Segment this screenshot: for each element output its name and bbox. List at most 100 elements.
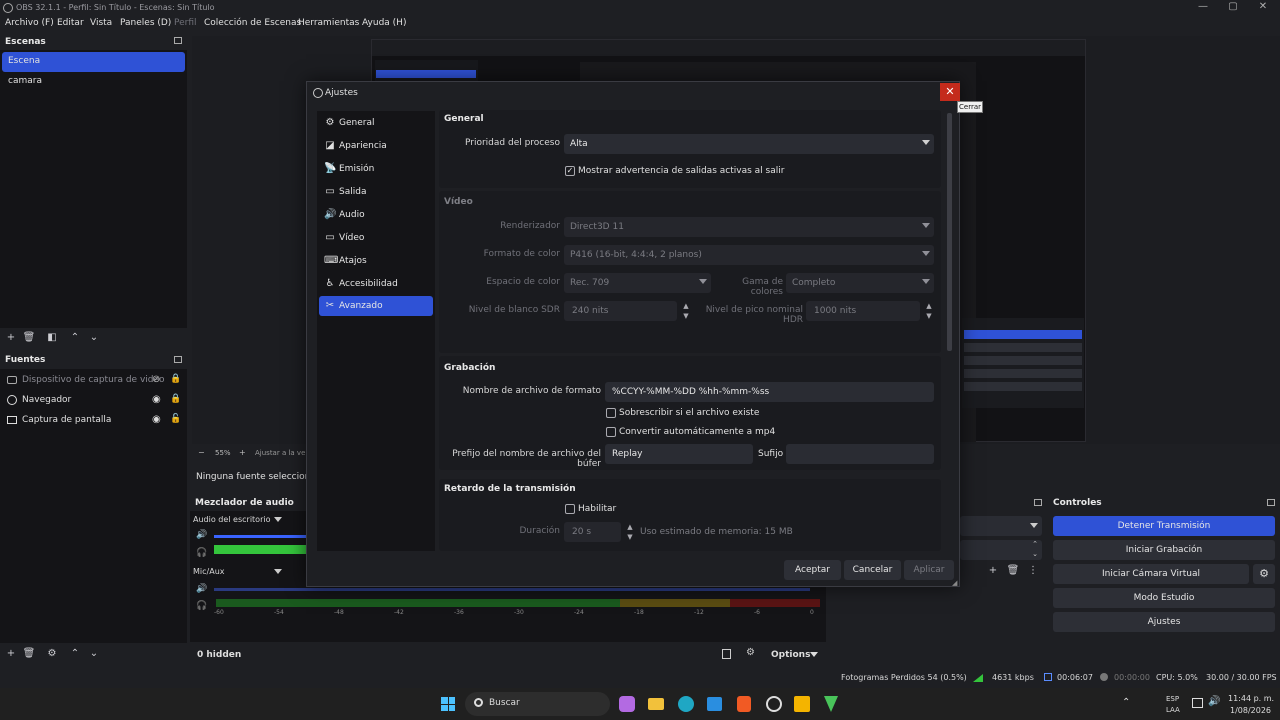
maximize-icon[interactable]: ▢ [1218, 1, 1248, 15]
eye-icon[interactable]: ◉ [152, 414, 161, 425]
spin-up-icon[interactable]: ▲ [924, 301, 934, 311]
renderer-select[interactable]: Direct3D 11 [564, 217, 934, 237]
add-icon[interactable]: + [4, 647, 18, 661]
start-virtual-camera-button[interactable]: Iniciar Cámara Virtual [1053, 564, 1249, 584]
clock-date[interactable]: 1/08/2026 [1230, 706, 1271, 715]
source-row[interactable]: Captura de pantalla ◉ 🔓 [4, 412, 182, 430]
dock-float-icon[interactable] [174, 37, 182, 44]
overwrite-checkbox[interactable] [606, 408, 616, 418]
menu-paneles[interactable]: Paneles (D) [120, 18, 171, 28]
lang-1[interactable]: ESP [1166, 695, 1179, 703]
sdr-spin[interactable]: 240 nits ▲ ▼ [564, 301, 691, 321]
taskbar-search[interactable]: Buscar [465, 692, 610, 716]
unlock-icon[interactable]: 🔓 [170, 414, 181, 424]
nav-salida[interactable]: ▭ Salida [319, 182, 433, 202]
menu-ayuda[interactable]: Ayuda (H) [362, 18, 406, 28]
menu-herramientas[interactable]: Herramientas [298, 18, 359, 28]
nav-video[interactable]: ▭ Vídeo [319, 228, 433, 248]
trash-icon[interactable]: 🗑 [22, 331, 36, 345]
color-space-select[interactable]: Rec. 709 [564, 273, 711, 293]
trash-icon[interactable]: 🗑 [1006, 564, 1020, 578]
window-close-icon[interactable]: ✕ [1248, 1, 1278, 15]
nav-avanzado[interactable]: ✂ Avanzado [319, 296, 433, 316]
start-recording-button[interactable]: Iniciar Grabación [1053, 540, 1275, 560]
resize-grip-icon[interactable]: ◢ [952, 579, 957, 587]
options-button[interactable]: Options [771, 650, 810, 660]
dock-float-icon[interactable] [1034, 499, 1042, 506]
chevron-down-icon[interactable] [810, 652, 818, 657]
zoom-out-icon[interactable]: − [198, 448, 205, 457]
warn-checkbox[interactable]: ✓ [565, 166, 575, 176]
channel-menu-icon[interactable] [274, 569, 282, 574]
menu-vista[interactable]: Vista [90, 18, 112, 28]
trash-icon[interactable]: 🗑 [22, 647, 36, 661]
up-icon[interactable]: ⌃ [68, 647, 82, 661]
color-format-select[interactable]: P416 (16-bit, 4:4:4, 2 planos) [564, 245, 934, 265]
spin-up-icon[interactable]: ▲ [625, 522, 635, 532]
menu-archivo[interactable]: Archivo (F) [5, 18, 54, 28]
duration-spin[interactable]: 20 s ▲ ▼ [564, 522, 635, 542]
spin-up-icon[interactable]: ▲ [681, 301, 691, 311]
menu-coleccion[interactable]: Colección de Escenas [204, 18, 301, 28]
virtual-camera-settings-icon[interactable]: ⚙ [1253, 564, 1275, 584]
link-icon[interactable]: ⚙ [746, 647, 755, 658]
source-row[interactable]: Navegador ◉ 🔒 [4, 392, 182, 410]
headphones-icon[interactable]: 🎧 [196, 601, 207, 611]
dock-float-icon[interactable] [174, 356, 182, 363]
headphones-icon[interactable]: 🎧 [196, 548, 207, 558]
chevron-up-icon[interactable]: ⌃ [1122, 697, 1130, 708]
menu-editar[interactable]: Editar [57, 18, 84, 28]
transition-select[interactable] [960, 516, 1042, 536]
dialog-close-button[interactable]: ✕ [940, 83, 960, 101]
down-icon[interactable]: ⌄ [87, 331, 101, 345]
spin-down-icon[interactable]: ▼ [924, 311, 934, 321]
rockstar-icon[interactable] [794, 696, 810, 712]
ok-button[interactable]: Aceptar [784, 560, 841, 580]
lang-2[interactable]: LAA [1166, 706, 1180, 714]
priority-select[interactable]: Alta [564, 134, 934, 154]
network-icon[interactable] [1192, 698, 1203, 708]
folder-icon[interactable] [648, 698, 664, 710]
speaker-icon[interactable]: 🔊 [196, 530, 207, 540]
add-icon[interactable]: + [4, 331, 18, 345]
channel-menu-icon[interactable] [274, 517, 282, 522]
up-icon[interactable]: ⌃ [68, 331, 82, 345]
nav-atajos[interactable]: ⌨ Atajos [319, 251, 433, 271]
source-row[interactable]: Dispositivo de captura de video ⊘ 🔒 [4, 372, 182, 390]
app-icon[interactable] [824, 696, 838, 712]
nav-audio[interactable]: 🔊 Audio [319, 205, 433, 225]
format-input[interactable]: %CCYY-%MM-%DD %hh-%mm-%ss [605, 382, 934, 402]
brave-icon[interactable] [737, 696, 751, 712]
remux-checkbox[interactable] [606, 427, 616, 437]
nav-accesibilidad[interactable]: ♿ Accesibilidad [319, 274, 433, 294]
volume-icon[interactable]: 🔊 [1208, 696, 1220, 707]
lock-icon[interactable]: 🔒 [170, 374, 181, 384]
copilot-icon[interactable] [619, 696, 635, 712]
color-range-select[interactable]: Completo [786, 273, 934, 293]
menu-perfil[interactable]: Perfil [174, 18, 197, 28]
eye-icon[interactable]: ◉ [152, 394, 161, 405]
store-icon[interactable] [707, 697, 722, 711]
stop-stream-button[interactable]: Detener Transmisión [1053, 516, 1275, 536]
suffix-input[interactable] [786, 444, 934, 464]
scene-item[interactable]: camara [2, 72, 185, 92]
dialog-scrollbar[interactable] [947, 113, 952, 351]
edge-icon[interactable] [678, 696, 694, 712]
volume-slider[interactable] [214, 588, 810, 591]
prefix-input[interactable]: Replay [605, 444, 753, 464]
down-icon[interactable]: ⌄ [87, 647, 101, 661]
spin-down-icon[interactable]: ▼ [625, 532, 635, 542]
obs-taskbar-icon[interactable] [766, 696, 782, 712]
spin-down-icon[interactable]: ▼ [681, 311, 691, 321]
nav-emision[interactable]: 📡 Emisión [319, 159, 433, 179]
studio-mode-button[interactable]: Modo Estudio [1053, 588, 1275, 608]
apply-button[interactable]: Aplicar [904, 560, 954, 580]
add-icon[interactable]: + [986, 564, 1000, 578]
nav-general[interactable]: ⚙ General [319, 113, 433, 133]
zoom-in-icon[interactable]: + [239, 448, 246, 457]
more-icon[interactable]: ⋮ [1026, 564, 1040, 578]
eye-hidden-icon[interactable]: ⊘ [152, 374, 160, 385]
hdr-spin[interactable]: 1000 nits ▲ ▼ [806, 301, 934, 321]
minimize-icon[interactable]: — [1188, 1, 1218, 15]
scene-item[interactable]: Escena [2, 52, 185, 72]
